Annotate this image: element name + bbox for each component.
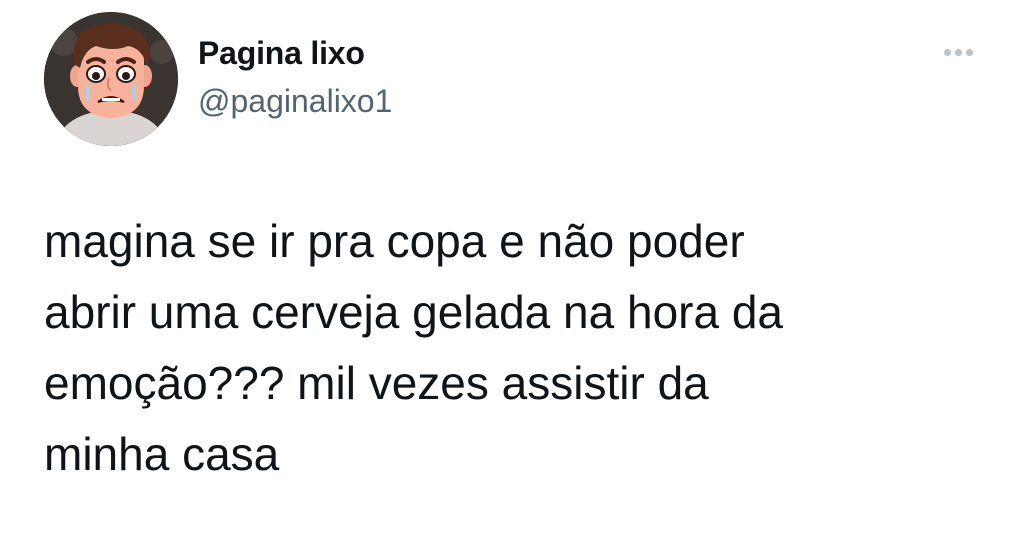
author-display-name[interactable]: Pagina lixo [198, 33, 392, 73]
more-horizontal-icon-dot [965, 48, 973, 56]
cartoon-crying-face-avatar-icon [44, 12, 178, 146]
tweet-text: magina se ir pra copa e não poder abrir … [44, 215, 784, 480]
more-options-button[interactable] [936, 38, 980, 66]
author-info: Pagina lixo @paginalixo1 [198, 33, 392, 123]
tweet-card: Pagina lixo @paginalixo1 magina se ir pr… [0, 0, 1024, 534]
avatar[interactable] [44, 12, 178, 146]
more-horizontal-icon-dot [954, 48, 962, 56]
more-horizontal-icon-dot [943, 48, 951, 56]
author-handle[interactable]: @paginalixo1 [198, 79, 392, 123]
